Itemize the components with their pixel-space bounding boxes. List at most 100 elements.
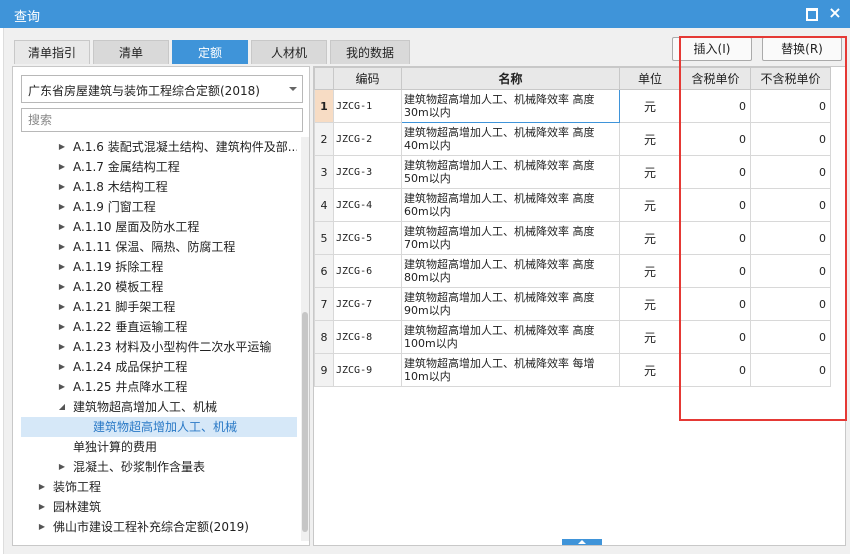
tree-item[interactable]: 单独计算的费用 [21,437,297,457]
tree-item[interactable]: ▶ A.1.9 门窗工程 [21,197,297,217]
tab-quota[interactable]: 定额 [172,40,248,64]
quota-code: JZCG-9 [333,353,402,387]
tree-item[interactable]: ▶ A.1.20 模板工程 [21,277,297,297]
quota-library-value: 广东省房屋建筑与装饰工程综合定额(2018) [28,84,260,98]
quota-library-select[interactable]: 广东省房屋建筑与装饰工程综合定额(2018) [21,75,303,103]
expand-arrow-icon[interactable]: ▶ [57,377,67,397]
expand-arrow-icon[interactable]: ▶ [57,157,67,177]
replace-button[interactable]: 替换(R) [762,37,842,61]
row-number: 5 [314,221,334,255]
tree-item[interactable]: ▶ A.1.8 木结构工程 [21,177,297,197]
quota-unit: 元 [619,188,681,222]
price-with-tax: 0 [680,221,751,255]
tree-item[interactable]: ◢ 建筑物超高增加人工、机械 [21,397,297,417]
search-input[interactable] [21,108,303,132]
expand-arrow-icon[interactable]: ▶ [37,477,47,497]
expand-arrow-icon[interactable]: ▶ [57,337,67,357]
expand-arrow-icon[interactable]: ▶ [57,197,67,217]
tab-my-data[interactable]: 我的数据 [330,40,410,64]
column-header-code[interactable]: 编码 [333,67,402,90]
expand-arrow-icon[interactable]: ▶ [57,317,67,337]
tree-item[interactable]: ▶ 园林建筑 [21,497,297,517]
price-without-tax: 0 [750,155,831,189]
table-row[interactable]: 6 JZCG-6 建筑物超高增加人工、机械降效率 高度 80m以内 元 0 0 [314,254,831,288]
expand-arrow-icon[interactable]: ▶ [37,517,47,537]
tree-item-label: A.1.23 材料及小型构件二次水平运输 [73,340,272,354]
quota-name: 建筑物超高增加人工、机械降效率 高度 60m以内 [401,188,620,222]
chevron-up-icon[interactable] [562,539,602,545]
insert-button[interactable]: 插入(I) [672,37,752,61]
quota-results-table: 编码 名称 单位 含税单价 不含税单价 1 JZCG-1 建筑物超高增加人工、机… [314,67,831,387]
scrollbar-thumb[interactable] [302,312,308,532]
tree-item[interactable]: ▶ A.1.11 保温、隔热、防腐工程 [21,237,297,257]
column-header-name[interactable]: 名称 [401,67,620,90]
quota-name: 建筑物超高增加人工、机械降效率 高度 80m以内 [401,254,620,288]
tree-scrollbar[interactable] [301,137,309,541]
tree-item-label: A.1.25 井点降水工程 [73,380,188,394]
quota-unit: 元 [619,320,681,354]
tree-item[interactable]: ▶ A.1.22 垂直运输工程 [21,317,297,337]
tree-item-label: 建筑物超高增加人工、机械 [93,420,238,434]
quota-name-line1: 建筑物超高增加人工、机械降效率 高度 [404,159,595,172]
expand-arrow-icon[interactable]: ▶ [57,277,67,297]
quota-code: JZCG-5 [333,221,402,255]
tree-item[interactable]: ▶ 混凝土、砂浆制作含量表 [21,457,297,477]
price-with-tax: 0 [680,89,751,123]
row-number: 7 [314,287,334,321]
tree-item[interactable]: ▶ 装饰工程 [21,477,297,497]
tree-item-label: A.1.10 屋面及防水工程 [73,220,200,234]
quota-tree: ▶ A.1.6 装配式混凝土结构、建筑构件及部... ▶ A.1.7 金属结构工程 … [21,137,297,541]
tab-bill-guide[interactable]: 清单指引 [14,40,90,64]
price-without-tax: 0 [750,221,831,255]
tree-item-label: A.1.20 模板工程 [73,280,164,294]
price-without-tax: 0 [750,353,831,387]
table-row[interactable]: 2 JZCG-2 建筑物超高增加人工、机械降效率 高度 40m以内 元 0 0 [314,122,831,156]
expand-arrow-icon[interactable]: ▶ [57,177,67,197]
row-number: 3 [314,155,334,189]
close-icon[interactable]: × [826,4,844,22]
tree-item[interactable]: ▶ A.1.19 拆除工程 [21,257,297,277]
chevron-down-icon[interactable] [289,87,297,91]
table-row[interactable]: 9 JZCG-9 建筑物超高增加人工、机械降效率 每增 10m以内 元 0 0 [314,353,831,387]
tree-item-selected[interactable]: 建筑物超高增加人工、机械 [21,417,297,437]
column-header-unit[interactable]: 单位 [619,67,681,90]
collapse-arrow-icon[interactable]: ◢ [57,397,67,417]
price-without-tax: 0 [750,188,831,222]
tab-labor-material-machine[interactable]: 人材机 [251,40,327,64]
table-row[interactable]: 8 JZCG-8 建筑物超高增加人工、机械降效率 高度 100m以内 元 0 0 [314,320,831,354]
tree-item[interactable]: ▶ A.1.10 屋面及防水工程 [21,217,297,237]
expand-arrow-icon[interactable]: ▶ [57,217,67,237]
expand-arrow-icon[interactable]: ▶ [57,237,67,257]
tree-item-label: A.1.11 保温、隔热、防腐工程 [73,240,236,254]
restore-icon[interactable] [802,4,820,22]
price-with-tax: 0 [680,155,751,189]
quota-unit: 元 [619,122,681,156]
table-row[interactable]: 3 JZCG-3 建筑物超高增加人工、机械降效率 高度 50m以内 元 0 0 [314,155,831,189]
column-header-price-with-tax[interactable]: 含税单价 [680,67,751,90]
quota-code: JZCG-7 [333,287,402,321]
tree-item[interactable]: ▶ 佛山市建设工程补充综合定额(2019) [21,517,297,537]
tab-bill[interactable]: 清单 [93,40,169,64]
tree-item[interactable]: ▶ A.1.25 井点降水工程 [21,377,297,397]
quota-name-line1: 建筑物超高增加人工、机械降效率 高度 [404,291,595,304]
tree-item[interactable]: ▶ A.1.23 材料及小型构件二次水平运输 [21,337,297,357]
tree-item[interactable]: ▶ A.1.6 装配式混凝土结构、建筑构件及部... [21,137,297,157]
expand-arrow-icon[interactable]: ▶ [57,257,67,277]
tree-item[interactable]: ▶ A.1.7 金属结构工程 [21,157,297,177]
expand-arrow-icon[interactable]: ▶ [57,457,67,477]
row-number: 4 [314,188,334,222]
quota-name: 建筑物超高增加人工、机械降效率 高度 90m以内 [401,287,620,321]
table-row[interactable]: 1 JZCG-1 建筑物超高增加人工、机械降效率 高度 30m以内 元 0 0 [314,89,831,123]
table-row[interactable]: 4 JZCG-4 建筑物超高增加人工、机械降效率 高度 60m以内 元 0 0 [314,188,831,222]
table-row[interactable]: 7 JZCG-7 建筑物超高增加人工、机械降效率 高度 90m以内 元 0 0 [314,287,831,321]
tree-item[interactable]: ▶ A.1.24 成品保护工程 [21,357,297,377]
quota-name: 建筑物超高增加人工、机械降效率 高度 50m以内 [401,155,620,189]
tree-item[interactable]: ▶ A.1.21 脚手架工程 [21,297,297,317]
table-row[interactable]: 5 JZCG-5 建筑物超高增加人工、机械降效率 高度 70m以内 元 0 0 [314,221,831,255]
expand-arrow-icon[interactable]: ▶ [57,297,67,317]
column-header-price-without-tax[interactable]: 不含税单价 [750,67,831,90]
expand-arrow-icon[interactable]: ▶ [37,497,47,517]
expand-arrow-icon[interactable]: ▶ [57,137,67,157]
expand-arrow-icon[interactable]: ▶ [57,357,67,377]
tree-item-label: 混凝土、砂浆制作含量表 [73,460,206,474]
